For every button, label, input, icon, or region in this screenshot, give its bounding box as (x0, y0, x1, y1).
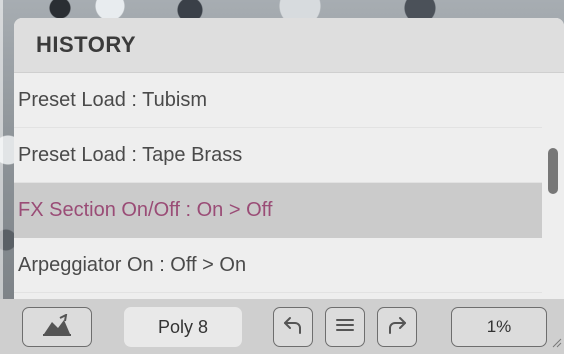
history-item[interactable]: Preset Load : Tape Brass (14, 128, 542, 183)
history-title: HISTORY (36, 32, 137, 57)
cpu-meter[interactable]: 1% (451, 307, 547, 347)
resize-grip-icon[interactable] (550, 333, 562, 352)
undo-icon (281, 313, 305, 341)
poly-label: Poly 8 (157, 316, 209, 337)
history-item-label: Preset Load : Tape Brass (18, 143, 243, 166)
history-item-label: FX Section On/Off : On > Off (18, 198, 273, 221)
history-panel: HISTORY Preset Load : Tubism Preset Load… (14, 18, 564, 299)
redo-icon (385, 313, 409, 341)
synth-shape-button[interactable] (22, 307, 92, 347)
history-header: HISTORY (14, 18, 564, 73)
history-item-selected[interactable]: FX Section On/Off : On > Off (14, 183, 542, 238)
cpu-label: 1% (486, 317, 512, 336)
history-item[interactable]: Arpeggiator On : Off > On (14, 238, 542, 293)
menu-icon (334, 315, 356, 339)
history-item-label: Arpeggiator On : Off > On (18, 253, 247, 276)
redo-button[interactable] (377, 307, 417, 347)
history-menu-button[interactable] (325, 307, 365, 347)
synth-shape-icon (42, 313, 72, 340)
poly-mode-button[interactable]: Poly 8 (124, 307, 242, 347)
history-item[interactable]: Preset Load : Tubism (14, 73, 542, 128)
undo-button[interactable] (273, 307, 313, 347)
bottom-toolbar: Poly 8 1% (0, 299, 564, 354)
history-list: Preset Load : Tubism Preset Load : Tape … (14, 73, 542, 293)
history-item-label: Preset Load : Tubism (18, 88, 207, 111)
history-scrollbar[interactable] (548, 148, 558, 194)
